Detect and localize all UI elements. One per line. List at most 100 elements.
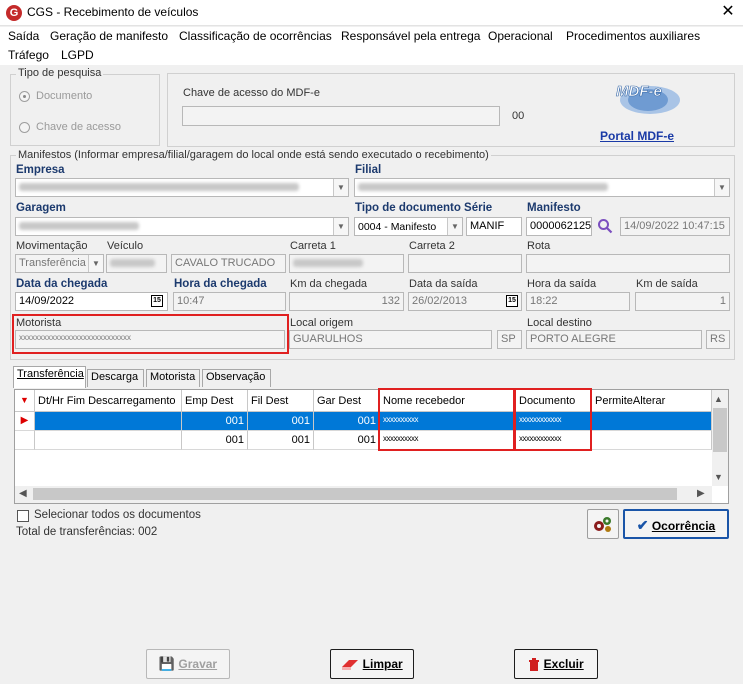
cell-gar[interactable]: 001: [314, 412, 380, 431]
gears-button[interactable]: [587, 509, 619, 539]
menu-geracao-manifesto[interactable]: Geração de manifesto: [50, 29, 168, 43]
ocorrencia-button[interactable]: ✔ Ocorrência: [623, 509, 729, 539]
hora-saida-input[interactable]: 18:22: [526, 292, 630, 311]
empresa-select[interactable]: ▼: [15, 178, 349, 197]
limpar-button[interactable]: Limpar: [330, 649, 414, 679]
data-chegada-label: Data da chegada: [16, 278, 108, 290]
carreta1-label: Carreta 1: [290, 240, 336, 252]
close-icon[interactable]: ✕: [718, 2, 738, 22]
eraser-icon: [342, 659, 359, 670]
km-saida-value: 1: [719, 295, 726, 307]
tab-observacao[interactable]: Observação: [202, 369, 271, 387]
scroll-down-icon[interactable]: ▼: [714, 472, 723, 482]
tab-motorista[interactable]: Motorista: [146, 369, 200, 387]
rota-input[interactable]: [526, 254, 730, 273]
data-saida-input[interactable]: 26/02/2013: [408, 292, 522, 311]
origem-input[interactable]: GUARULHOS: [289, 330, 492, 349]
tab-transferencia[interactable]: Transferência: [13, 366, 86, 388]
col-permite-alterar[interactable]: PermiteAlterar: [592, 390, 712, 412]
search-icon[interactable]: [597, 218, 613, 234]
trash-icon: [529, 657, 540, 671]
menu-bar: Saída Geração de manifesto Classificação…: [0, 27, 743, 65]
menu-responsavel[interactable]: Responsável pela entrega: [341, 29, 480, 43]
menu-saida[interactable]: Saída: [8, 29, 39, 43]
col-dthr[interactable]: Dt/Hr Fim Descarregamento: [35, 390, 182, 412]
cell-dthr[interactable]: [35, 431, 182, 450]
highlight-nome-recebedor: [378, 388, 515, 451]
portal-mdfe-link[interactable]: Portal MDF-e: [600, 129, 674, 143]
data-saida-value: 26/02/2013: [412, 295, 468, 307]
scroll-right-icon[interactable]: ▶: [697, 488, 705, 499]
col-emp-dest[interactable]: Emp Dest: [182, 390, 248, 412]
horizontal-scrollbar[interactable]: ◀ ▶: [15, 486, 712, 503]
cell-dthr[interactable]: [35, 412, 182, 431]
veiculo-label: Veículo: [107, 240, 144, 252]
hora-saida-value: 18:22: [530, 295, 558, 307]
rota-label: Rota: [527, 240, 551, 252]
movimentacao-value: Transferência: [19, 257, 86, 269]
ocorrencia-label: Ocorrência: [651, 519, 716, 533]
radio-documento-label: Documento: [36, 90, 93, 102]
scroll-up-icon[interactable]: ▲: [714, 394, 723, 404]
gravar-button[interactable]: 💾 Gravar: [146, 649, 230, 679]
tab-descarga[interactable]: Descarga: [87, 369, 144, 387]
km-chegada-label: Km da chegada: [290, 278, 368, 290]
chave-count: 00: [512, 110, 525, 122]
cell-gar[interactable]: 001: [314, 431, 380, 450]
carreta2-input[interactable]: [408, 254, 522, 273]
destino-value: PORTO ALEGRE: [530, 333, 616, 345]
menu-lgpd[interactable]: LGPD: [61, 48, 94, 62]
data-chegada-input[interactable]: 14/09/2022: [15, 292, 168, 311]
calendar-icon-saida[interactable]: 15: [506, 295, 518, 307]
col-gar-dest[interactable]: Gar Dest: [314, 390, 380, 412]
radio-chave-label: Chave de acesso: [36, 121, 121, 133]
sort-indicator-icon[interactable]: ▼: [15, 390, 35, 412]
menu-operacional[interactable]: Operacional: [488, 29, 553, 43]
cell-emp[interactable]: 001: [182, 431, 248, 450]
chave-input[interactable]: [182, 106, 500, 126]
select-all-checkbox[interactable]: [17, 510, 29, 522]
origem-uf: SP: [497, 330, 522, 349]
cell-emp[interactable]: 001: [182, 412, 248, 431]
km-chegada-input[interactable]: 132: [289, 292, 404, 311]
radio-documento[interactable]: [19, 91, 30, 102]
filial-select[interactable]: ▼: [354, 178, 730, 197]
tab-descarga-label: Descarga: [91, 371, 139, 383]
hora-chegada-input[interactable]: 10:47: [173, 292, 286, 311]
cell-permite[interactable]: [592, 431, 712, 450]
radio-chave-acesso[interactable]: [19, 122, 30, 133]
movimentacao-label: Movimentação: [16, 240, 88, 252]
cell-fil[interactable]: 001: [248, 412, 314, 431]
km-saida-input[interactable]: 1: [635, 292, 730, 311]
destino-uf: RS: [706, 330, 730, 349]
manifesto-input[interactable]: 0000062125: [526, 217, 592, 236]
cell-fil[interactable]: 001: [248, 431, 314, 450]
vertical-scrollbar[interactable]: ▲ ▼: [712, 390, 728, 486]
serie-input[interactable]: MANIF: [466, 217, 522, 236]
mdfe-logo: MDF-e: [610, 80, 686, 116]
hscroll-thumb[interactable]: [33, 488, 677, 500]
movimentacao-select[interactable]: Transferência ▼: [15, 254, 104, 273]
manifesto-date: 14/09/2022 10:47:15: [620, 217, 730, 236]
tab-motorista-label: Motorista: [150, 371, 196, 383]
empresa-label: Empresa: [16, 164, 65, 176]
menu-classificacao[interactable]: Classificação de ocorrências: [179, 29, 332, 43]
menu-procedimentos[interactable]: Procedimentos auxiliares: [566, 29, 700, 43]
veiculo-input[interactable]: [106, 254, 167, 273]
garagem-select[interactable]: ▼: [15, 217, 349, 236]
excluir-button[interactable]: Excluir: [514, 649, 598, 679]
destino-input[interactable]: PORTO ALEGRE: [526, 330, 702, 349]
tipo-doc-label: Tipo de documento Série: [355, 202, 493, 214]
col-fil-dest[interactable]: Fil Dest: [248, 390, 314, 412]
tipo-doc-select[interactable]: 0004 - Manifesto ▼: [354, 217, 463, 236]
scroll-thumb[interactable]: [713, 408, 727, 452]
carreta1-input[interactable]: [289, 254, 404, 273]
row-pointer-icon: ▶: [15, 412, 35, 431]
calendar-icon[interactable]: 15: [151, 295, 163, 307]
cell-permite[interactable]: [592, 412, 712, 431]
tipo-pesquisa-group: [10, 74, 160, 146]
garagem-label: Garagem: [16, 202, 66, 214]
scroll-left-icon[interactable]: ◀: [19, 488, 27, 499]
gravar-label: Gravar: [178, 657, 218, 671]
menu-trafego[interactable]: Tráfego: [8, 48, 49, 62]
